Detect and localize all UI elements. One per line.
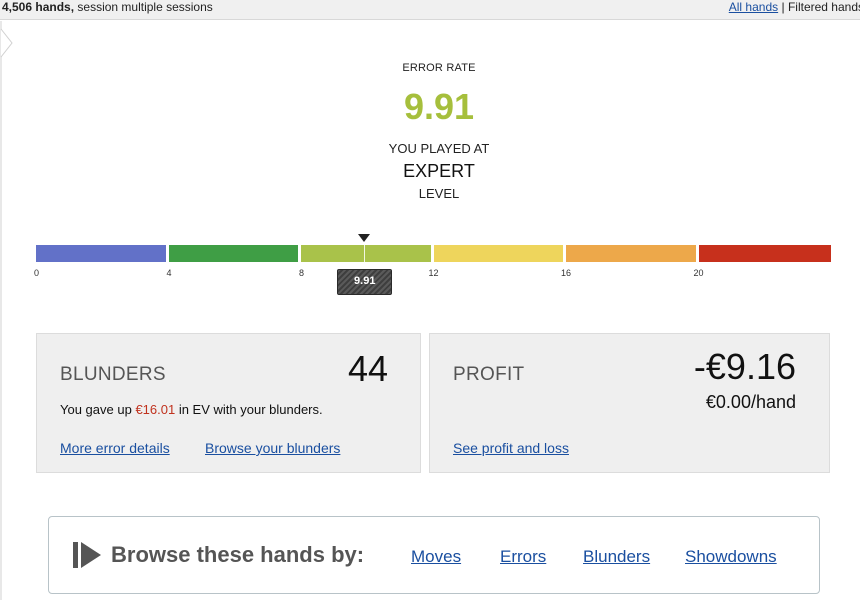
error-rate-scale	[36, 245, 831, 263]
play-step-icon	[73, 542, 101, 568]
scale-segment	[566, 245, 696, 262]
profit-title: PROFIT	[453, 364, 525, 385]
browse-blunders-link[interactable]: Browse your blunders	[205, 440, 340, 456]
scale-segment	[433, 245, 563, 262]
blunders-ev-amount: €16.01	[135, 402, 176, 417]
profit-and-loss-link[interactable]: See profit and loss	[453, 440, 569, 456]
chevron-right-icon	[0, 28, 13, 58]
scale-segment	[36, 245, 166, 262]
scale-tick-label: 20	[693, 268, 704, 278]
scale-tick-label: 8	[299, 268, 305, 278]
profit-per-hand: €0.00/hand	[705, 392, 796, 412]
hands-filter: All hands | Filtered hands	[729, 0, 860, 14]
hands-count: 4,506 hands,	[2, 0, 75, 14]
browse-heading: Browse these hands by:	[111, 542, 365, 567]
filtered-hands-label: Filtered hands	[787, 0, 860, 14]
blunders-description: You gave up €16.01 in EV with your blund…	[60, 402, 323, 417]
top-bar: 4,506 hands, session multiple sessions A…	[0, 0, 860, 20]
browse-by-errors-link[interactable]: Errors	[500, 547, 546, 567]
played-at-label: YOU PLAYED AT	[388, 141, 490, 156]
browse-by-showdowns-link[interactable]: Showdowns	[685, 547, 777, 567]
more-error-details-link[interactable]: More error details	[60, 440, 170, 456]
scale-segment	[698, 245, 831, 262]
scale-segment	[301, 245, 431, 262]
scale-tick-label: 4	[166, 268, 172, 278]
blunders-title: BLUNDERS	[60, 364, 166, 385]
all-hands-link[interactable]: All hands	[729, 0, 778, 14]
error-rate-label: ERROR RATE	[402, 62, 476, 74]
scale-tick-label: 12	[428, 268, 439, 278]
blunders-text-after: in EV with your blunders.	[178, 402, 323, 417]
error-rate-value: 9.91	[403, 86, 475, 127]
scale-tick-label: 0	[34, 268, 40, 278]
blunders-panel: BLUNDERS 44 You gave up €16.01 in EV wit…	[36, 333, 421, 473]
profit-panel: PROFIT -€9.16 €0.00/hand See profit and …	[429, 333, 830, 473]
level-label: LEVEL	[418, 186, 460, 201]
hands-summary: 4,506 hands, session multiple sessions	[2, 0, 213, 14]
browse-by-blunders-link[interactable]: Blunders	[583, 547, 650, 567]
scale-segment	[168, 245, 298, 262]
browse-by-moves-link[interactable]: Moves	[411, 547, 461, 567]
filter-separator: |	[781, 0, 785, 14]
browse-hands-bar: Browse these hands by: Moves Errors Blun…	[48, 516, 820, 594]
blunders-count: 44	[347, 348, 388, 389]
profit-amount: -€9.16	[693, 346, 796, 387]
scale-marker-badge: 9.91	[337, 269, 393, 295]
blunders-text-before: You gave up	[60, 402, 132, 417]
skill-level: EXPERT	[403, 161, 475, 181]
scale-marker-line	[364, 245, 366, 263]
session-text: session multiple sessions	[77, 0, 213, 14]
scale-tick-label: 16	[561, 268, 572, 278]
scale-marker-icon	[358, 234, 371, 242]
